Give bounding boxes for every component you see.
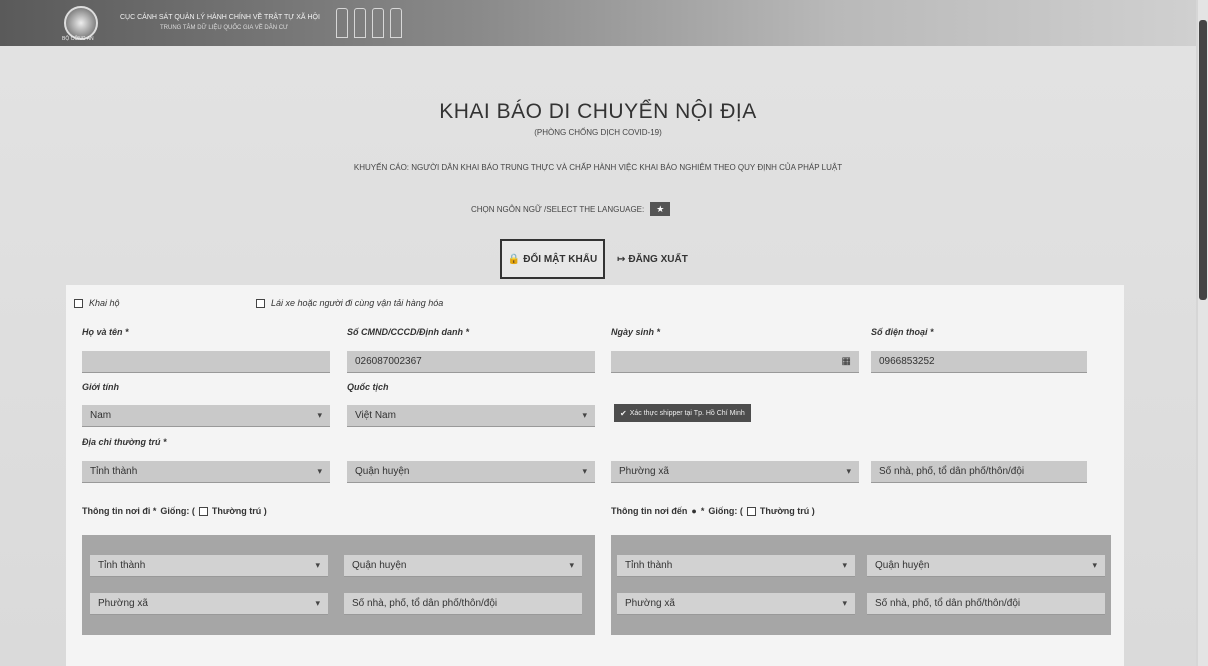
destination-title: Thông tin nơi đến ● * Giống: ( Thường tr… [611,506,815,516]
phone-label: Số điện thoại * [871,327,934,337]
declare-for-others-label: Khai hộ [89,298,120,308]
header-title: CỤC CẢNH SÁT QUẢN LÝ HÀNH CHÍNH VỀ TRẬT … [120,12,320,34]
destination-district-select[interactable]: Quận huyện [867,555,1105,577]
gender-label: Giới tính [82,382,120,392]
origin-province-select[interactable]: Tỉnh thành [90,555,328,577]
driver-option[interactable]: Lái xe hoặc người đi cùng vận tải hàng h… [256,298,443,308]
decor-icon [335,8,348,38]
origin-permanent-checkbox[interactable] [198,506,208,516]
declaration-form: Khai hộ Lái xe hoặc người đi cùng vận tả… [66,285,1124,666]
origin-title: Thông tin nơi đi * Giống: ( Thường trú ) [82,506,267,516]
driver-option-checkbox[interactable] [256,298,265,308]
name-label: Họ và tên * [82,327,129,337]
id-label: Số CMND/CCCD/Định danh * [347,327,469,337]
page-subtitle: (PHÒNG CHỐNG DỊCH COVID-19) [534,128,662,137]
lock-icon: 🔒 [507,253,521,265]
decor-icon [389,8,402,38]
scrollbar-thumb[interactable] [1199,20,1207,300]
police-emblem-icon [64,6,98,40]
site-header: BỘ CÔNG AN CỤC CẢNH SÁT QUẢN LÝ HÀNH CHÍ… [0,0,1196,46]
change-password-button[interactable]: 🔒 ĐỔI MẬT KHẨU [500,239,605,279]
destination-province-select[interactable]: Tỉnh thành [617,555,855,577]
shipper-verify-button[interactable]: ✔ Xác thực shipper tại Tp. Hồ Chí Minh [614,404,751,422]
declare-for-others[interactable]: Khai hộ [74,298,120,308]
address-province-select[interactable]: Tỉnh thành [82,461,330,483]
header-line2: TRUNG TÂM DỮ LIỆU QUỐC GIA VỀ DÂN CƯ [160,25,289,31]
decor-icon [371,8,384,38]
nationality-select[interactable]: Việt Nam [347,405,595,427]
destination-ward-select[interactable]: Phường xã [617,593,855,615]
dob-input[interactable]: ▦ [611,351,859,373]
origin-permanent-label: Thường trú ) [211,506,267,516]
header-decoration [335,8,402,38]
address-ward-select[interactable]: Phường xã [611,461,859,483]
logout-button[interactable]: ↦ ĐĂNG XUẤT [617,239,688,279]
origin-same-as: Giống: ( [160,506,195,516]
emblem-label: BỘ CÔNG AN [62,36,94,42]
destination-permanent-label: Thường trú ) [759,506,815,516]
driver-option-label: Lái xe hoặc người đi cùng vận tải hàng h… [271,298,444,308]
page-title: KHAI BÁO DI CHUYỂN NỘI ĐỊA [439,100,757,123]
header-line1: CỤC CẢNH SÁT QUẢN LÝ HÀNH CHÍNH VỀ TRẬT … [120,14,320,21]
logout-icon: ↦ [617,253,626,265]
destination-label: Thông tin nơi đến [611,506,688,516]
name-input[interactable] [82,351,330,373]
language-label: CHỌN NGÔN NGỮ /SELECT THE LANGUAGE: [471,204,645,214]
destination-permanent-checkbox[interactable] [746,506,756,516]
vietnam-flag-icon[interactable]: ★ [650,202,671,216]
address-label: Địa chỉ thường trú * [82,437,167,447]
destination-street-input[interactable]: Số nhà, phố, tổ dân phố/thôn/đội [867,593,1105,615]
phone-input[interactable]: 0966853252 [871,351,1087,373]
origin-group: Tỉnh thành Quận huyện Phường xã Số nhà, … [82,535,595,635]
change-password-label: ĐỔI MẬT KHẨU [523,253,598,265]
nationality-label: Quốc tịch [347,382,389,392]
calendar-icon[interactable]: ▦ [842,356,851,367]
language-selector: CHỌN NGÔN NGỮ /SELECT THE LANGUAGE: ★ [471,202,671,216]
advisory-text: KHUYẾN CÁO: NGƯỜI DÂN KHAI BÁO TRUNG THỰ… [353,163,843,172]
origin-label: Thông tin nơi đi * [82,506,157,516]
gender-select[interactable]: Nam [82,405,330,427]
dob-label: Ngày sinh * [611,327,661,337]
info-icon: ● [691,506,697,516]
origin-ward-select[interactable]: Phường xã [90,593,328,615]
page-content: KHAI BÁO DI CHUYỂN NỘI ĐỊA (PHÒNG CHỐNG … [0,46,1196,666]
page-scrollbar[interactable] [1198,0,1208,666]
decor-icon [353,8,366,38]
logout-label: ĐĂNG XUẤT [628,253,688,265]
declare-for-others-checkbox[interactable] [74,298,83,308]
origin-district-select[interactable]: Quận huyện [344,555,582,577]
destination-group: Tỉnh thành Quận huyện Phường xã Số nhà, … [611,535,1111,635]
destination-same-as: Giống: ( [708,506,743,516]
address-district-select[interactable]: Quận huyện [347,461,595,483]
id-input[interactable]: 026087002367 [347,351,595,373]
origin-street-input[interactable]: Số nhà, phố, tổ dân phố/thôn/đội [344,593,582,615]
shipper-verify-label: Xác thực shipper tại Tp. Hồ Chí Minh [629,409,745,417]
check-icon: ✔ [620,408,627,418]
address-street-input[interactable]: Số nhà, phố, tổ dân phố/thôn/đội [871,461,1087,483]
